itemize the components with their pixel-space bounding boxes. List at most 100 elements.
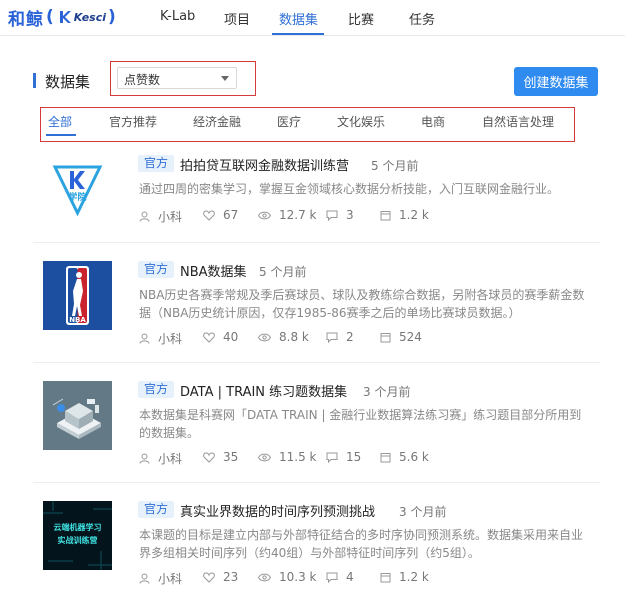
dataset-time: 3 个月前 — [399, 505, 447, 519]
eye-icon — [258, 453, 271, 461]
nav-item-klab[interactable]: K-Lab — [160, 9, 195, 24]
stat-views-value: 8.8 k — [279, 330, 309, 344]
file-icon — [380, 572, 391, 582]
eye-icon — [258, 211, 271, 219]
stat-author-value: 小科 — [158, 210, 183, 224]
dataset-description: 通过四周的密集学习，掌握互金领域核心数据分析技能，入门互联网金融行业。 — [139, 182, 560, 196]
dataset-thumbnail-kesci-academy[interactable]: 学院 — [43, 155, 112, 224]
kesci-logo-icon — [59, 11, 71, 23]
create-dataset-button[interactable]: 创建数据集 — [514, 67, 598, 96]
stat-likes-value: 35 — [223, 450, 239, 464]
logo-text-en: Kesci — [73, 10, 107, 24]
tab-culture[interactable]: 文化娱乐 — [337, 113, 385, 130]
stat-comments[interactable]: 2 — [326, 330, 354, 344]
heart-icon — [203, 331, 215, 343]
stat-author[interactable]: 小科 — [139, 570, 182, 587]
ml-training-camp-banner-icon: 云端机器学习 实战训练营 — [43, 501, 112, 570]
stat-views-value: 11.5 k — [279, 450, 317, 464]
dataset-title[interactable]: 拍拍贷互联网金融数据训练营 — [180, 155, 349, 174]
logo-brace-right: ) — [108, 7, 116, 27]
nav-item-competitions[interactable]: 比赛 — [348, 9, 374, 28]
tab-all[interactable]: 全部 — [48, 113, 72, 130]
dataset-description: NBA历史各赛季常规及季后赛球员、球队及教练综合数据，另附各球员的赛季薪金数据（… — [139, 288, 585, 320]
stat-likes[interactable]: 67 — [203, 208, 238, 222]
file-icon — [380, 210, 391, 220]
stat-views-value: 10.3 k — [279, 570, 317, 584]
official-badge: 官方 — [138, 155, 175, 172]
stat-author[interactable]: 小科 — [139, 450, 182, 467]
nba-label: NBA — [69, 316, 86, 324]
dataset-time: 5 个月前 — [371, 159, 419, 173]
user-icon — [139, 453, 150, 464]
comment-icon — [326, 332, 338, 343]
server-isometric-icon — [43, 381, 112, 450]
stat-likes[interactable]: 35 — [203, 450, 238, 464]
tab-nlp[interactable]: 自然语言处理 — [482, 113, 554, 130]
heart-icon — [203, 451, 215, 463]
eye-icon — [258, 573, 271, 581]
stat-size-value: 524 — [399, 330, 422, 344]
stat-comments[interactable]: 4 — [326, 570, 354, 584]
tab-active-indicator — [46, 134, 76, 136]
dataset-title[interactable]: DATA | TRAIN 练习题数据集 — [180, 381, 347, 400]
stat-author[interactable]: 小科 — [139, 330, 182, 347]
stat-author-value: 小科 — [158, 572, 183, 586]
nav-item-projects[interactable]: 项目 — [224, 9, 250, 28]
dataset-description: 本数据集是科赛网「DATA TRAIN | 金融行业数据算法练习赛」练习题目部分… — [139, 408, 582, 440]
stat-views-value: 12.7 k — [279, 208, 317, 222]
stat-size: 1.2 k — [380, 570, 429, 584]
dataset-time: 3 个月前 — [363, 385, 411, 399]
stat-comments-value: 4 — [346, 570, 354, 584]
nav-item-tasks[interactable]: 任务 — [409, 9, 435, 28]
stat-likes[interactable]: 23 — [203, 570, 238, 584]
stat-comments[interactable]: 3 — [326, 208, 354, 222]
ml-banner-line2: 实战训练营 — [58, 535, 98, 545]
stat-likes-value: 23 — [223, 570, 239, 584]
dataset-thumbnail-timeseries[interactable]: 云端机器学习 实战训练营 — [43, 501, 112, 570]
dataset-description: 本课题的目标是建立内部与外部特征结合的多时序协同预测系统。数据集采用来自业界多组… — [139, 528, 584, 560]
stat-views: 10.3 k — [258, 570, 316, 584]
file-icon — [380, 452, 391, 462]
stat-comments-value: 2 — [346, 330, 354, 344]
nav-item-datasets[interactable]: 数据集 — [279, 9, 318, 28]
user-icon — [139, 211, 150, 222]
kesci-academy-logo-icon: 学院 — [43, 155, 112, 224]
dataset-thumbnail-nba[interactable]: NBA — [43, 261, 112, 330]
tab-ecommerce[interactable]: 电商 — [421, 113, 445, 130]
stat-likes-value: 67 — [223, 208, 239, 222]
stat-comments[interactable]: 15 — [326, 450, 361, 464]
stat-author-value: 小科 — [158, 452, 183, 466]
official-badge: 官方 — [138, 381, 175, 398]
official-badge: 官方 — [138, 261, 175, 278]
item-divider — [33, 482, 600, 483]
section-accent-bar — [33, 73, 36, 88]
stat-comments-value: 15 — [346, 450, 362, 464]
page-title: 数据集 — [45, 73, 91, 91]
logo[interactable]: 和鲸 ( Kesci ) — [8, 6, 118, 30]
stat-size: 1.2 k — [380, 208, 429, 222]
tab-official[interactable]: 官方推荐 — [109, 113, 157, 130]
comment-icon — [326, 452, 338, 463]
heart-icon — [203, 571, 215, 583]
nav-active-indicator — [272, 33, 324, 35]
user-icon — [139, 333, 150, 344]
eye-icon — [258, 333, 271, 341]
dataset-title[interactable]: NBA数据集 — [180, 261, 247, 280]
tab-finance[interactable]: 经济金融 — [193, 113, 241, 130]
comment-icon — [326, 572, 338, 583]
comment-icon — [326, 210, 338, 221]
stat-author-value: 小科 — [158, 332, 183, 346]
dataset-time: 5 个月前 — [259, 265, 307, 279]
item-divider — [33, 242, 600, 243]
stat-size-value: 5.6 k — [399, 450, 429, 464]
stat-likes-value: 40 — [223, 330, 239, 344]
logo-text-cn: 和鲸 — [8, 9, 44, 30]
stat-author[interactable]: 小科 — [139, 208, 182, 225]
stat-likes[interactable]: 40 — [203, 330, 238, 344]
top-navbar: 和鲸 ( Kesci ) K-Lab 项目 数据集 比赛 任务 — [0, 0, 625, 36]
dataset-thumbnail-data-train[interactable] — [43, 381, 112, 450]
tab-medical[interactable]: 医疗 — [277, 113, 301, 130]
stat-views: 12.7 k — [258, 208, 316, 222]
item-divider — [33, 362, 600, 363]
dataset-title[interactable]: 真实业界数据的时间序列预测挑战 — [180, 501, 375, 520]
